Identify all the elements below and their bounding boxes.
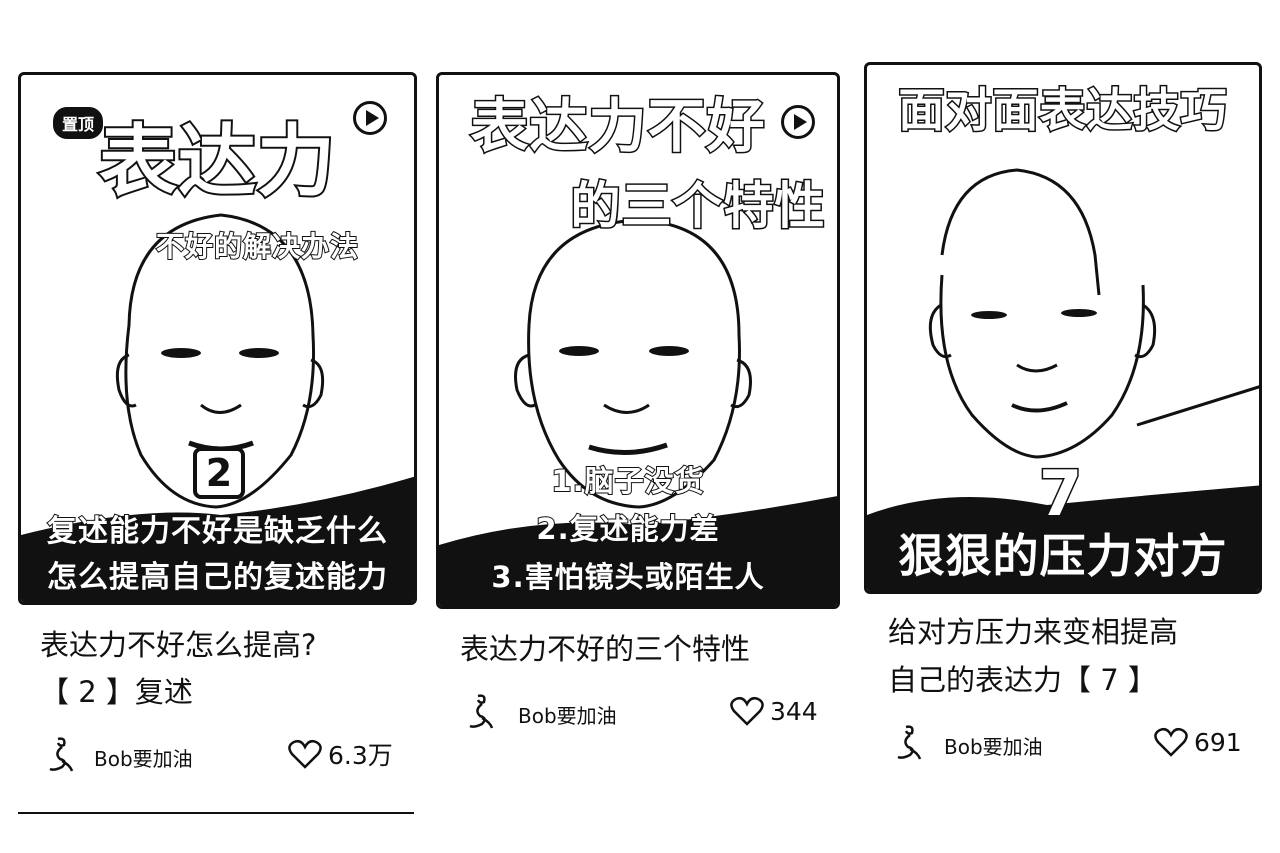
cover-caption-2a: 1.脑子没货	[550, 464, 705, 498]
note-title-3-line1[interactable]: 给对方压力来变相提高	[888, 610, 1178, 654]
note-meta-1: Bob要加油 6.3万	[44, 735, 394, 775]
avatar-icon[interactable]	[464, 692, 498, 732]
avatar-icon[interactable]	[892, 723, 926, 763]
cover-subheadline-1: 不好的解决办法	[155, 230, 359, 263]
cover-image-2[interactable]: 表达力不好 的三个特性 1.脑子没货 2.复述能力差 3.害怕镜头或陌生人	[436, 72, 840, 609]
like-button[interactable]: 691	[1154, 725, 1242, 759]
note-title-1-line2[interactable]: 【 2 】复述	[40, 670, 193, 714]
heart-icon	[288, 739, 322, 769]
like-button[interactable]: 6.3万	[288, 737, 393, 771]
note-title-2-line1[interactable]: 表达力不好的三个特性	[460, 627, 750, 671]
cover-headline-2: 表达力不好	[469, 92, 766, 160]
cover-image-1[interactable]: 置顶 表达力 不好的解决办法 2 复述能力不好是缺乏什么 怎么提高自己的复述能力	[18, 72, 417, 605]
cover-subheadline-2: 的三个特性	[569, 177, 826, 235]
author-name[interactable]: Bob要加油	[944, 731, 1043, 760]
cover-caption-3a: 狠狠的压力对方	[897, 529, 1228, 583]
cover-caption-2c: 3.害怕镜头或陌生人	[490, 560, 765, 594]
card-divider	[18, 812, 414, 814]
like-button[interactable]: 344	[730, 694, 818, 728]
play-icon	[353, 101, 387, 135]
cover-image-3[interactable]: 面对面表达技巧 7 狠狠的压力对方	[864, 62, 1262, 594]
author-name[interactable]: Bob要加油	[94, 743, 193, 772]
cover-caption-1b: 怎么提高自己的复述能力	[46, 560, 388, 595]
note-title-1-line1[interactable]: 表达力不好怎么提高?	[40, 623, 316, 667]
cover-headline-3: 面对面表达技巧	[897, 83, 1228, 137]
like-count: 6.3万	[328, 741, 393, 770]
avatar-icon[interactable]	[44, 735, 78, 775]
note-meta-2: Bob要加油 344	[464, 692, 824, 732]
cover-headline-1: 表达力	[97, 117, 337, 207]
episode-number-badge: 7	[1037, 456, 1083, 532]
note-title-3-line2[interactable]: 自己的表达力【 7 】	[888, 658, 1157, 702]
author-name[interactable]: Bob要加油	[518, 700, 617, 729]
cover-caption-1a: 复述能力不好是缺乏什么	[46, 514, 388, 549]
play-icon	[781, 105, 815, 139]
cover-caption-2b: 2.复述能力差	[535, 512, 720, 546]
episode-number-badge: 2	[193, 447, 245, 499]
heart-icon	[730, 696, 764, 726]
like-count: 691	[1194, 727, 1242, 757]
note-meta-3: Bob要加油 691	[892, 723, 1242, 763]
heart-icon	[1154, 727, 1188, 757]
like-count: 344	[770, 696, 818, 726]
